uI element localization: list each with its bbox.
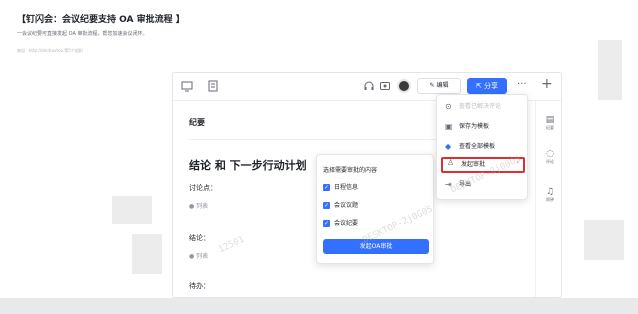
- approval-icon: ♙: [447, 158, 455, 167]
- popup-title: 选择需要审批的内容: [323, 167, 378, 174]
- template-icon: ◆: [445, 142, 452, 151]
- share-icon: ⇱: [475, 82, 485, 90]
- menu-item-label: 保存为模板: [459, 123, 490, 130]
- list-item-text: 列表: [196, 253, 209, 260]
- todo-label: 待办：: [189, 282, 210, 290]
- menu-item-label: 发起审批: [461, 161, 486, 168]
- video-icon[interactable]: [379, 80, 391, 92]
- bell-icon: ♫: [545, 187, 555, 197]
- avatar[interactable]: [397, 79, 411, 93]
- bottom-band: [0, 298, 638, 314]
- decor-block: [132, 234, 162, 274]
- document-icon: ▤: [545, 115, 555, 125]
- edit-button[interactable]: ✎ 编辑: [417, 78, 461, 94]
- option-label: 会议议题: [334, 202, 359, 209]
- doc-title: 【钉闪会：会议纪要支持 OA 审批流程 】: [17, 15, 185, 25]
- rail-item-alarm[interactable]: ♫ 闹钟: [536, 187, 561, 203]
- option-label: 日程信息: [334, 184, 359, 191]
- rail-label: 闹钟: [546, 197, 554, 202]
- checkbox-checked-icon[interactable]: ✓: [323, 220, 330, 227]
- checkbox-checked-icon[interactable]: ✓: [323, 184, 330, 191]
- conclusion-label: 结论：: [189, 234, 210, 242]
- rail-label: 纪要: [546, 125, 554, 130]
- check-circle-icon: ⊙: [445, 102, 452, 111]
- menu-item-view-templates[interactable]: ◆ 查看全部模板: [441, 139, 525, 155]
- note-icon[interactable]: [207, 80, 219, 92]
- right-rail: ▤ 纪要 ◌ 评论 ♫ 闹钟: [535, 101, 561, 297]
- share-button[interactable]: ⇱ 分享: [467, 78, 507, 94]
- more-menu: ⊙ 查看已解决评论 ▣ 保存为模板 ◆ 查看全部模板 ♙ 发起审批 › ⇥ 导出: [436, 94, 528, 200]
- edit-label: 编辑: [436, 82, 449, 89]
- more-options-button[interactable]: ···: [517, 79, 527, 90]
- doc-meta: 来自 · http://dmitrovtoo 等5个组织: [17, 48, 83, 53]
- option-label: 会议纪要: [334, 220, 359, 227]
- menu-item-resolved-comments[interactable]: ⊙ 查看已解决评论: [441, 99, 525, 115]
- discussion-label: 讨论点：: [189, 184, 217, 192]
- doc-description: 一会议纪要可直接发起 OA 审批流程，帮您加速会议闭环。: [17, 31, 148, 37]
- section-label: 纪要: [189, 118, 205, 127]
- rail-item-notes[interactable]: ▤ 纪要: [536, 115, 561, 131]
- save-icon: ▣: [445, 122, 453, 131]
- share-label: 分享: [484, 82, 499, 90]
- add-button[interactable]: +: [541, 76, 553, 92]
- list-item[interactable]: ● 列表: [189, 201, 208, 210]
- menu-item-label: 查看已解决评论: [459, 103, 502, 110]
- checkbox-checked-icon[interactable]: ✓: [323, 202, 330, 209]
- screen-icon[interactable]: [181, 80, 193, 92]
- list-item[interactable]: ● 列表: [189, 251, 208, 260]
- submit-oa-approval-button[interactable]: 发起OA审批: [323, 239, 429, 254]
- rail-label: 评论: [546, 159, 554, 164]
- decor-block: [112, 196, 152, 224]
- decor-block: [598, 40, 622, 100]
- page-heading: 结论 和 下一步行动计划: [189, 159, 307, 172]
- headset-icon[interactable]: [363, 80, 375, 92]
- option-minutes[interactable]: ✓ 会议纪要: [323, 219, 358, 229]
- menu-item-save-template[interactable]: ▣ 保存为模板: [441, 119, 525, 135]
- menu-item-label: 查看全部模板: [459, 143, 496, 150]
- list-item-text: 列表: [196, 203, 209, 210]
- decor-block: [584, 220, 624, 260]
- option-schedule[interactable]: ✓ 日程信息: [323, 183, 358, 193]
- comment-icon: ◌: [546, 149, 554, 159]
- option-topic[interactable]: ✓ 会议议题: [323, 201, 358, 211]
- approval-content-popup: 选择需要审批的内容 ✓ 日程信息 ✓ 会议议题 ✓ 会议纪要 发起OA审批: [316, 154, 434, 264]
- rail-item-comments[interactable]: ◌ 评论: [536, 149, 561, 165]
